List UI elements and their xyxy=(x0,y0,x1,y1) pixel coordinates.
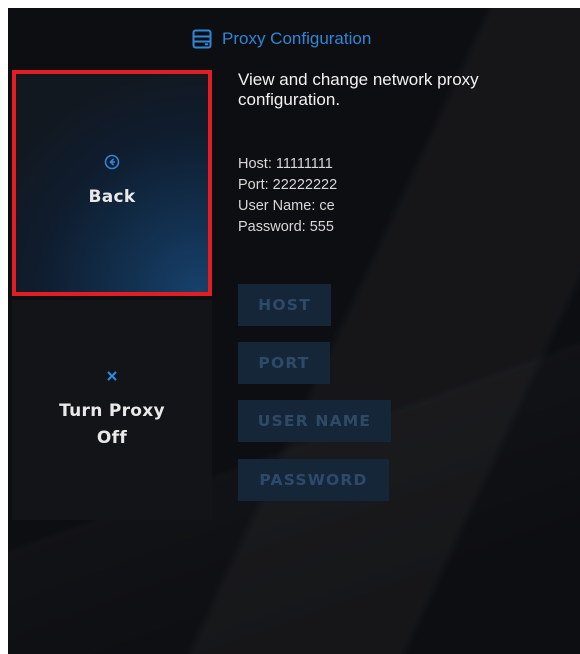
close-icon xyxy=(104,368,120,384)
user-name-value: User Name: ce xyxy=(238,198,335,214)
server-icon xyxy=(192,29,212,49)
user-name-button[interactable]: USER NAME xyxy=(238,400,391,442)
password-value: Password: 555 xyxy=(238,219,334,235)
proxy-info: Host: 11111111 Port: 22222222 User Name:… xyxy=(238,154,337,238)
turn-proxy-off-label: Turn Proxy Off xyxy=(59,400,165,448)
back-button-label: Back xyxy=(88,187,136,208)
port-value: Port: 22222222 xyxy=(238,177,338,193)
page-title: Proxy Configuration xyxy=(222,29,372,48)
port-button[interactable]: PORT xyxy=(238,342,330,384)
password-button[interactable]: PASSWORD xyxy=(238,459,389,501)
host-button[interactable]: HOST xyxy=(238,284,331,326)
page-description: View and change network proxy configurat… xyxy=(238,70,479,110)
host-value: Host: 11111111 xyxy=(238,156,333,172)
page-header: Proxy Configuration xyxy=(192,24,371,54)
proxy-configuration-screen: Proxy Configuration Back Turn Proxy Off … xyxy=(8,8,580,654)
back-button[interactable]: Back xyxy=(12,70,212,296)
circle-arrow-left-icon xyxy=(104,154,120,170)
turn-proxy-off-button[interactable]: Turn Proxy Off xyxy=(12,300,212,520)
